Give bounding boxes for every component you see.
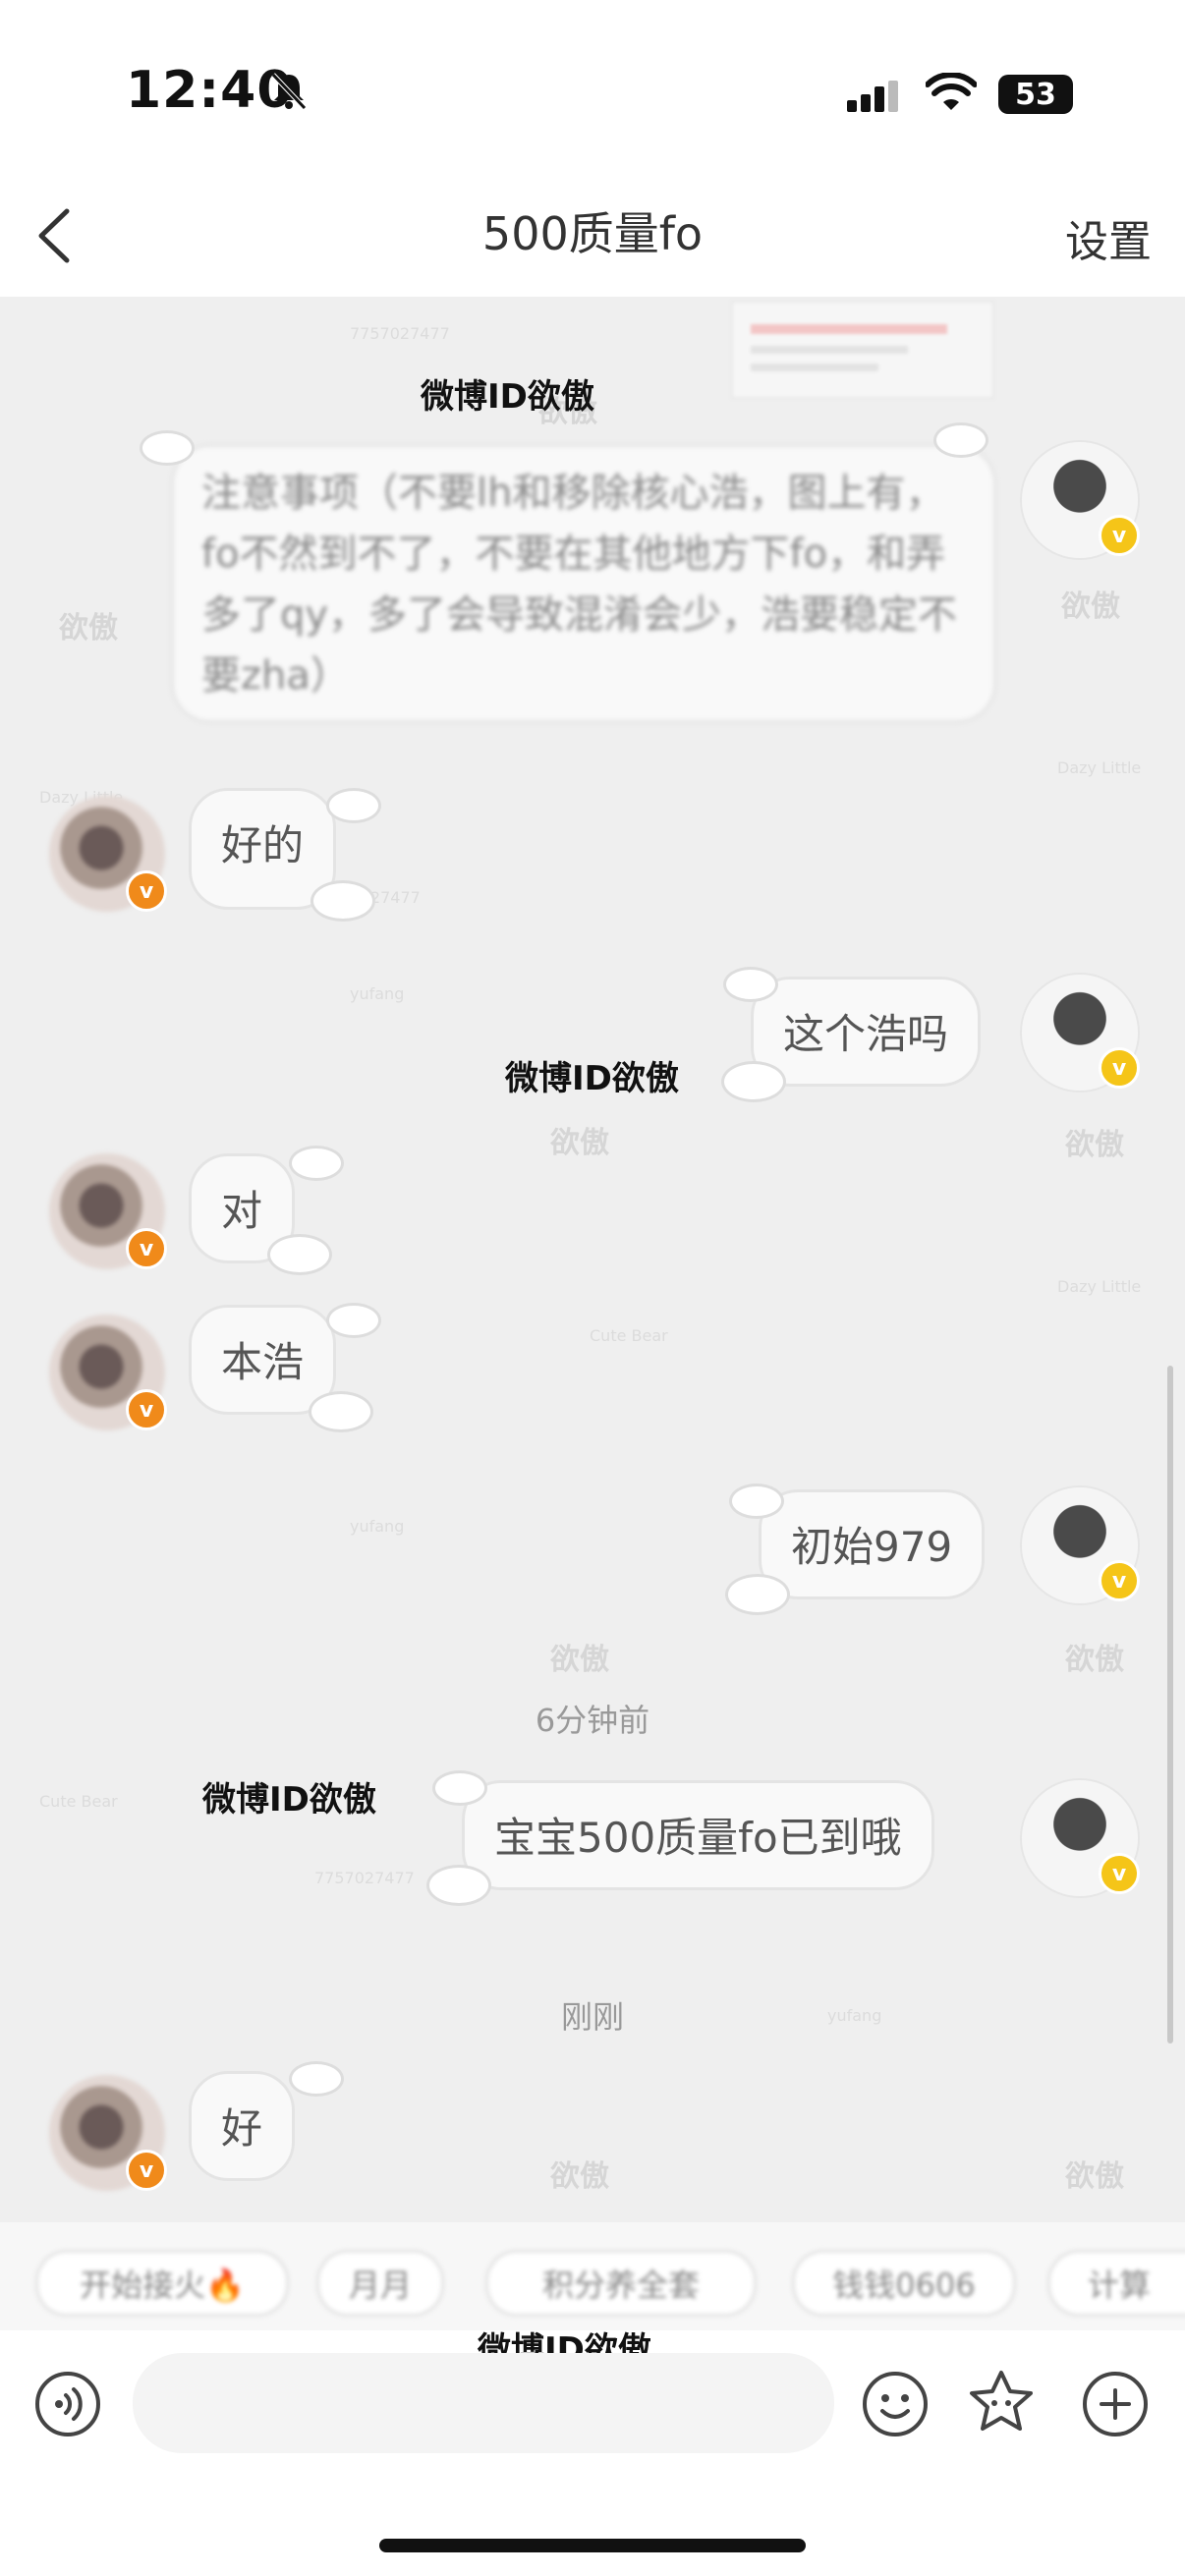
bubble-decoration <box>933 422 988 458</box>
message-bubble[interactable]: 初始979 <box>759 1489 986 1599</box>
quick-reply-chip[interactable]: 钱钱0606 <box>792 2250 1016 2317</box>
chat-area[interactable]: 欲傲 欲傲 欲傲 欲傲 欲傲 欲傲 欲傲 欲傲 欲傲 Dazy Little D… <box>0 297 1185 2222</box>
bubble-decoration <box>310 880 375 922</box>
watermark-text: 7757027477 <box>350 324 450 343</box>
bubble-decoration <box>723 967 778 1002</box>
verified-badge: v <box>126 2150 167 2191</box>
watermark-text: 欲傲 <box>1061 589 1120 624</box>
wifi-icon <box>926 73 977 110</box>
message-bubble[interactable]: 本浩 <box>189 1305 337 1415</box>
bubble-decoration <box>326 1303 381 1338</box>
watermark-text: 欲傲 <box>1065 2159 1124 2194</box>
bubble-decoration <box>426 1865 491 1906</box>
watermark-text: 7757027477 <box>314 1869 415 1887</box>
watermark-text: 欲傲 <box>550 2159 609 2194</box>
bubble-decoration <box>326 788 381 823</box>
bubble-decoration <box>267 1234 332 1275</box>
message-bubble[interactable]: 好 <box>189 2071 296 2181</box>
message-bubble[interactable]: 这个浩吗 <box>751 977 982 1087</box>
watermark-text: yufang <box>350 984 405 1003</box>
bubble-decoration <box>725 1574 790 1615</box>
bubble-decoration <box>289 1146 344 1181</box>
bubble-decoration <box>289 2061 344 2097</box>
bell-slash-icon <box>271 73 307 110</box>
verified-badge: v <box>1099 1047 1140 1089</box>
watermark-text: 欲傲 <box>550 1126 609 1160</box>
watermark-text: 欲傲 <box>59 611 118 645</box>
time-separator: 6分钟前 <box>535 1702 650 1739</box>
weibo-watermark: 微博ID欲傲 <box>505 1059 679 1098</box>
quick-reply-chip[interactable]: 积分养全套 <box>485 2250 757 2317</box>
bubble-decoration <box>729 1484 784 1519</box>
watermark-text: Cute Bear <box>39 1792 118 1811</box>
battery-icon: 53 <box>998 75 1073 114</box>
message-bubble[interactable]: 宝宝500质量fo已到哦 <box>462 1780 934 1890</box>
bubble-decoration <box>721 1061 786 1102</box>
watermark-text: 欲傲 <box>1065 1128 1124 1162</box>
verified-badge: v <box>126 1389 167 1430</box>
bubble-decoration <box>140 430 195 466</box>
watermark-text: 欲傲 <box>1065 1643 1124 1677</box>
verified-badge: v <box>1099 1853 1140 1894</box>
quick-reply-chip[interactable]: 计算 <box>1047 2250 1185 2317</box>
bubble-decoration <box>309 1391 373 1432</box>
home-indicator[interactable] <box>379 2539 806 2552</box>
weibo-watermark: 微博ID欲傲 <box>421 377 594 417</box>
verified-badge: v <box>126 870 167 912</box>
page-title: 500质量fo <box>481 207 704 260</box>
plus-icon[interactable] <box>1081 2370 1150 2438</box>
watermark-text: Dazy Little <box>1057 1277 1142 1296</box>
quick-reply-chip[interactable]: 月月 <box>316 2250 444 2317</box>
watermark-text: yufang <box>350 1517 405 1536</box>
message-input[interactable] <box>133 2353 834 2453</box>
sticker-icon[interactable] <box>967 2368 1036 2436</box>
settings-button[interactable]: 设置 <box>1065 206 1152 269</box>
image-thumbnail[interactable] <box>731 301 994 399</box>
watermark-text: Cute Bear <box>590 1326 668 1345</box>
watermark-text: 欲傲 <box>550 1643 609 1677</box>
verified-badge: v <box>1099 515 1140 556</box>
status-bar: 12:40 53 <box>0 0 1185 187</box>
verified-badge: v <box>1099 1560 1140 1601</box>
voice-icon[interactable] <box>33 2370 102 2438</box>
message-bubble[interactable]: 注意事项（不要lh和移除核心浩，图上有，fo不然到不了，不要在其他地方下fo，和… <box>171 444 996 723</box>
quick-reply-chip[interactable]: 开始接火🔥 <box>35 2250 289 2317</box>
verified-badge: v <box>126 1228 167 1269</box>
scrollbar[interactable] <box>1167 1366 1173 2044</box>
bubble-decoration <box>432 1770 487 1806</box>
weibo-watermark: 微博ID欲傲 <box>202 1780 376 1820</box>
watermark-text: Dazy Little <box>1057 758 1142 777</box>
time-separator: 刚刚 <box>560 1998 624 2036</box>
emoji-icon[interactable] <box>861 2370 930 2438</box>
